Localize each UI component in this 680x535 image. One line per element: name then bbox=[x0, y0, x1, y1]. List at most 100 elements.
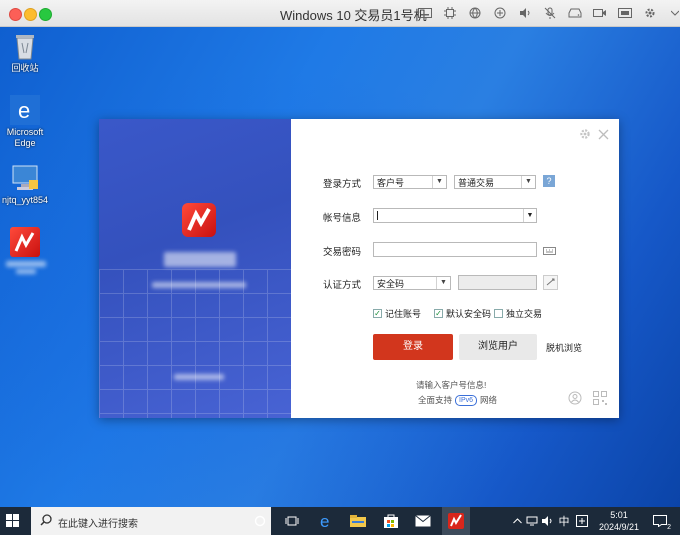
checkbox-label: 默认安全码 bbox=[446, 309, 492, 319]
screenshot-icon[interactable] bbox=[612, 4, 637, 22]
desktop-icon-label: Microsoft Edge bbox=[6, 127, 44, 148]
password-input[interactable] bbox=[373, 242, 537, 257]
minimize-window-button[interactable] bbox=[24, 8, 37, 21]
soft-keyboard-icon[interactable] bbox=[543, 244, 556, 258]
checkbox-unchecked-icon bbox=[494, 309, 503, 318]
desktop-icon-computer[interactable]: njtq_yyt854 bbox=[1, 163, 49, 206]
standalone-trading-checkbox[interactable]: 独立交易 bbox=[494, 307, 542, 320]
chevron-down-icon[interactable]: ▼ bbox=[523, 209, 536, 222]
search-placeholder: 在此键入进行搜索 bbox=[58, 519, 138, 530]
computer-icon bbox=[10, 163, 40, 193]
ipv6-badge: IPv6 bbox=[455, 394, 478, 406]
keyboard-icon[interactable] bbox=[412, 4, 437, 22]
desktop-icon-label: 回收站 bbox=[11, 63, 39, 73]
chevron-down-icon: ▼ bbox=[436, 277, 450, 289]
refresh-code-icon[interactable] bbox=[543, 275, 558, 290]
settings-gear-icon[interactable] bbox=[579, 128, 591, 143]
login-button[interactable]: 登录 bbox=[373, 334, 453, 360]
blurred-label bbox=[16, 269, 36, 274]
network-support-note: 全面支持 IPv6 网络 bbox=[418, 394, 497, 406]
login-type-select[interactable]: 客户号 ▼ bbox=[373, 175, 447, 189]
login-form-panel: 登录方式 客户号 ▼ 普通交易 ▼ ? 帐号信息 ▼ 交易密码 认证方式 安全码… bbox=[291, 119, 619, 418]
login-dialog: 登录方式 客户号 ▼ 普通交易 ▼ ? 帐号信息 ▼ 交易密码 认证方式 安全码… bbox=[99, 119, 619, 418]
task-view-icon[interactable] bbox=[282, 511, 302, 531]
text-caret bbox=[377, 211, 378, 220]
checkbox-checked-icon: ✓ bbox=[434, 309, 443, 318]
trade-mode-select[interactable]: 普通交易 ▼ bbox=[454, 175, 536, 189]
chevron-down-icon[interactable] bbox=[662, 4, 680, 22]
microphone-off-icon[interactable] bbox=[537, 4, 562, 22]
auth-method-select[interactable]: 安全码 ▼ bbox=[373, 276, 451, 290]
trade-mode-value: 普通交易 bbox=[458, 178, 495, 188]
search-icon bbox=[40, 514, 52, 529]
password-label: 交易密码 bbox=[323, 247, 362, 258]
chevron-down-icon: ▼ bbox=[432, 176, 446, 188]
fullscreen-window-button[interactable] bbox=[39, 8, 52, 21]
ime-indicator[interactable]: 中 bbox=[554, 511, 574, 531]
account-input[interactable]: ▼ bbox=[373, 208, 537, 223]
offline-browse-link[interactable]: 脱机浏览 bbox=[546, 341, 582, 354]
login-hint-text: 请输入客户号信息! bbox=[416, 380, 487, 390]
notification-center-icon[interactable]: 2 bbox=[650, 511, 671, 531]
remember-account-checkbox[interactable]: ✓ 记住账号 bbox=[373, 307, 421, 320]
qr-code-icon[interactable] bbox=[593, 391, 607, 408]
windows-start-icon[interactable] bbox=[6, 514, 20, 528]
svg-text:e: e bbox=[18, 98, 30, 123]
trading-app-logo-icon bbox=[10, 227, 40, 257]
vm-toolbar bbox=[412, 4, 680, 22]
taskbar-clock[interactable]: 5:01 2024/9/21 bbox=[597, 509, 641, 533]
settings-gear-icon[interactable] bbox=[637, 4, 662, 22]
brand-logo-icon bbox=[182, 203, 216, 237]
windows-taskbar: 在此键入进行搜索 e 中 5:01 2024/9/21 2 bbox=[0, 507, 680, 535]
store-icon[interactable] bbox=[381, 511, 401, 531]
audio-icon[interactable] bbox=[512, 4, 537, 22]
file-explorer-icon[interactable] bbox=[348, 511, 368, 531]
blurred-slogan bbox=[152, 282, 246, 288]
desktop-icon-edge[interactable]: e Microsoft Edge bbox=[1, 95, 49, 149]
mail-icon[interactable] bbox=[413, 511, 433, 531]
default-security-code-checkbox[interactable]: ✓ 默认安全码 bbox=[434, 307, 491, 320]
desktop: 回收站 e Microsoft Edge njtq_yyt854 登录方式 客户… bbox=[0, 27, 680, 507]
login-type-value: 客户号 bbox=[377, 178, 405, 188]
blurred-version bbox=[174, 374, 224, 380]
checkbox-label: 记住账号 bbox=[385, 309, 422, 319]
chevron-down-icon: ▼ bbox=[521, 176, 535, 188]
checkbox-label: 独立交易 bbox=[506, 309, 543, 319]
globe-icon[interactable] bbox=[462, 4, 487, 22]
close-window-button[interactable] bbox=[9, 8, 22, 21]
checkbox-checked-icon: ✓ bbox=[373, 309, 382, 318]
notification-count: 2 bbox=[667, 524, 671, 531]
clock-date: 2024/9/21 bbox=[598, 522, 640, 532]
svg-text:e: e bbox=[320, 513, 329, 529]
user-service-icon[interactable] bbox=[568, 391, 582, 408]
desktop-icon-label: njtq_yyt854 bbox=[1, 195, 49, 205]
blurred-brand-name bbox=[164, 252, 236, 267]
edge-browser-icon: e bbox=[10, 95, 40, 125]
account-label: 帐号信息 bbox=[323, 213, 362, 224]
desktop-icon-trading-app[interactable] bbox=[1, 227, 49, 274]
login-method-label: 登录方式 bbox=[323, 179, 362, 190]
recycle-bin-icon bbox=[10, 31, 40, 61]
clock-time: 5:01 bbox=[610, 510, 628, 520]
network-icon[interactable] bbox=[487, 4, 512, 22]
trading-app-taskbar-icon[interactable] bbox=[442, 507, 470, 535]
edge-taskbar-icon[interactable]: e bbox=[316, 511, 336, 531]
network-prefix-text: 全面支持 bbox=[418, 395, 453, 405]
desktop-icon-recycle-bin[interactable]: 回收站 bbox=[1, 31, 49, 74]
browse-user-button[interactable]: 浏览用户 bbox=[459, 334, 537, 360]
ime-mode-icon[interactable] bbox=[572, 511, 592, 531]
cortana-icon[interactable] bbox=[250, 511, 270, 531]
chip-icon[interactable] bbox=[437, 4, 462, 22]
help-icon[interactable]: ? bbox=[543, 175, 555, 187]
security-code-input[interactable] bbox=[458, 275, 537, 290]
auth-method-label: 认证方式 bbox=[323, 280, 362, 291]
camera-icon[interactable] bbox=[587, 4, 612, 22]
vm-title-bar: Windows 10 交易员1号机 bbox=[0, 0, 680, 27]
drive-icon[interactable] bbox=[562, 4, 587, 22]
taskbar-search-box[interactable]: 在此键入进行搜索 bbox=[31, 507, 271, 535]
login-dialog-brand-panel bbox=[99, 119, 291, 418]
network-suffix-text: 网络 bbox=[480, 395, 498, 405]
auth-method-value: 安全码 bbox=[377, 279, 405, 289]
close-icon[interactable] bbox=[598, 128, 609, 143]
vm-window-title: Windows 10 交易员1号机 bbox=[280, 8, 427, 23]
